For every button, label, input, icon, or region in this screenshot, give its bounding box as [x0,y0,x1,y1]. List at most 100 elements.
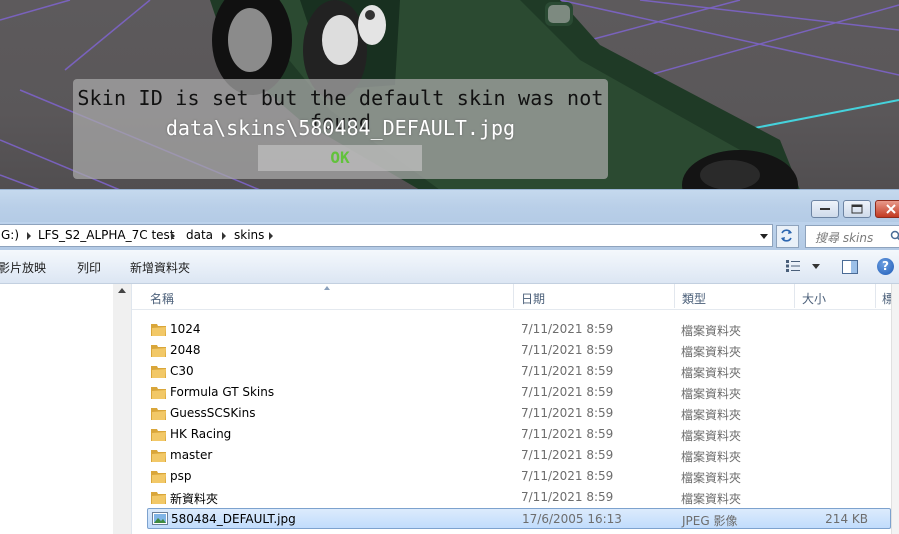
column-header-size[interactable]: 大小 [802,290,826,307]
file-date: 7/11/2021 8:59 [521,490,614,504]
print-button[interactable]: 列印 [77,259,101,276]
file-type: 檔案資料夾 [681,471,742,485]
search-input[interactable]: 搜尋 skins [805,225,899,248]
breadcrumb-separator-icon[interactable] [222,232,226,240]
missing-skin-path: data\skins\580484_DEFAULT.jpg [165,116,516,140]
search-icon[interactable] [890,230,899,242]
list-item[interactable]: C30 7/11/2021 8:59 檔案資料夾 [147,361,891,382]
file-name: psp [170,469,192,483]
file-name: 2048 [170,343,201,357]
column-header-type[interactable]: 類型 [682,290,706,307]
file-date: 7/11/2021 8:59 [521,385,614,399]
file-date: 7/11/2021 8:59 [521,364,614,378]
file-list: 名稱 日期 類型 大小 標 1024 7/11/2021 8:59 檔案資料夾 … [132,284,899,534]
file-type: 檔案資料夾 [681,324,742,338]
minimize-icon [820,208,830,210]
view-options-chevron-down-icon[interactable] [812,264,820,269]
file-date: 7/11/2021 8:59 [521,343,614,357]
list-item-selected[interactable]: 580484_DEFAULT.jpg 17/6/2005 16:13 JPEG … [147,508,891,529]
column-header-date[interactable]: 日期 [521,290,545,307]
column-header-name[interactable]: 名稱 [150,290,174,307]
file-type: 檔案資料夾 [681,387,742,401]
file-date: 17/6/2005 16:13 [522,512,622,526]
folder-icon [151,387,166,399]
column-headers: 名稱 日期 類型 大小 標 [132,284,899,310]
address-history-dropdown[interactable] [756,225,772,246]
file-name: C30 [170,364,194,378]
file-date: 7/11/2021 8:59 [521,448,614,462]
column-divider[interactable] [513,284,514,308]
file-name: GuessSCSKins [170,406,256,420]
close-button[interactable] [875,200,899,218]
file-date: 7/11/2021 8:59 [521,427,614,441]
breadcrumb-lfs-folder[interactable]: LFS_S2_ALPHA_7C test [38,228,174,242]
refresh-button[interactable] [776,225,799,248]
list-item[interactable]: 1024 7/11/2021 8:59 檔案資料夾 [147,319,891,340]
file-type: 檔案資料夾 [681,366,742,380]
help-icon[interactable]: ? [877,258,894,275]
preview-pane-icon[interactable] [842,260,858,274]
column-divider[interactable] [875,284,876,308]
window-titlebar[interactable] [0,189,899,223]
list-item[interactable]: GuessSCSKins 7/11/2021 8:59 檔案資料夾 [147,403,891,424]
file-name: 1024 [170,322,201,336]
jpeg-image-icon [152,512,168,525]
scroll-up-icon[interactable] [118,288,126,293]
folder-icon [151,471,166,483]
command-bar: 影片放映 列印 新增資料夾 ? [0,250,899,284]
list-item[interactable]: psp 7/11/2021 8:59 檔案資料夾 [147,466,891,487]
refresh-icon [781,229,792,242]
column-divider[interactable] [674,284,675,308]
minimize-button[interactable] [811,200,839,218]
file-name: 新資料夾 [170,492,219,506]
list-item[interactable]: master 7/11/2021 8:59 檔案資料夾 [147,445,891,466]
list-item[interactable]: 新資料夾 7/11/2021 8:59 檔案資料夾 [147,487,891,508]
folder-icon [151,450,166,462]
folder-icon [151,408,166,420]
file-date: 7/11/2021 8:59 [521,322,614,336]
file-type: 檔案資料夾 [681,408,742,422]
file-name: Formula GT Skins [170,385,275,399]
list-item[interactable]: Formula GT Skins 7/11/2021 8:59 檔案資料夾 [147,382,891,403]
close-icon [886,204,896,214]
file-type: JPEG 影像 [682,514,738,528]
breadcrumb-separator-icon[interactable] [171,232,175,240]
file-list-scrollbar[interactable] [891,284,899,534]
maximize-button[interactable] [843,200,871,218]
new-folder-button[interactable]: 新增資料夾 [130,259,190,276]
breadcrumb-separator-icon[interactable] [27,232,31,240]
folder-icon [151,429,166,441]
navigation-scrollbar[interactable] [113,284,131,534]
breadcrumb-skins[interactable]: skins [234,228,264,242]
error-dialog: Skin ID is set but the default skin was … [73,79,608,179]
file-date: 7/11/2021 8:59 [521,406,614,420]
breadcrumb-separator-icon[interactable] [269,232,273,240]
breadcrumb-data[interactable]: data [186,228,213,242]
change-view-icon[interactable] [786,260,802,272]
sort-ascending-icon [324,286,330,290]
file-size: 214 KB [825,512,868,526]
address-bar[interactable]: G:) LFS_S2_ALPHA_7C test data skins [0,224,773,247]
search-placeholder: 搜尋 skins [815,231,874,245]
column-divider[interactable] [794,284,795,308]
address-row: G:) LFS_S2_ALPHA_7C test data skins 搜尋 s… [0,222,899,250]
slideshow-button[interactable]: 影片放映 [0,259,46,276]
file-type: 檔案資料夾 [681,429,742,443]
folder-icon [151,324,166,336]
file-type: 檔案資料夾 [681,450,742,464]
list-item[interactable]: 2048 7/11/2021 8:59 檔案資料夾 [147,340,891,361]
maximize-icon [851,204,863,214]
folder-icon [151,492,166,504]
file-date: 7/11/2021 8:59 [521,469,614,483]
file-type: 檔案資料夾 [681,492,742,506]
ok-button[interactable]: OK [258,145,422,171]
file-name: 580484_DEFAULT.jpg [171,512,296,526]
file-name: HK Racing [170,427,232,441]
folder-icon [151,366,166,378]
folder-icon [151,345,166,357]
file-type: 檔案資料夾 [681,345,742,359]
breadcrumb-drive[interactable]: G:) [1,228,19,242]
file-name: master [170,448,213,462]
list-item[interactable]: HK Racing 7/11/2021 8:59 檔案資料夾 [147,424,891,445]
explorer-window: G:) LFS_S2_ALPHA_7C test data skins 搜尋 s… [0,189,899,534]
